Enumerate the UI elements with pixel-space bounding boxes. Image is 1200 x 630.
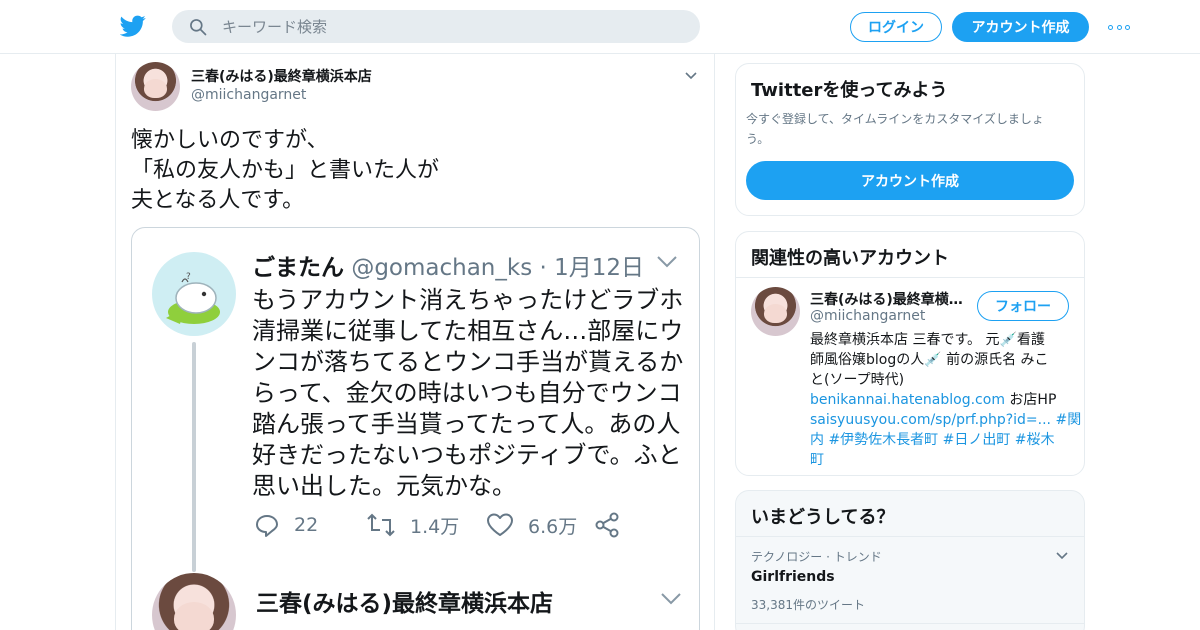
quoted-text-line: もうアカウント消えちゃったけどラブホ — [252, 286, 684, 314]
bio-line: 町 — [810, 450, 1072, 470]
divider — [736, 623, 1084, 624]
quoted-text-line: 踏ん張って手当貰ってたって人。あの人 — [252, 410, 681, 438]
chevron-down-icon[interactable] — [684, 69, 698, 83]
quoted-text-line: 清掃業に従事してた相互さん…部屋にウ — [252, 317, 684, 345]
quoted-text-line: 好きだったないつもポジティブで。ふと — [252, 441, 682, 469]
bio-line: saisyuusyou.com/sp/prf.php?id=... #関 — [810, 410, 1081, 430]
login-button[interactable]: ログイン — [850, 12, 942, 42]
quoted-text-line: ンコが落ちてるとウンコ手当が貰えるか — [252, 348, 684, 376]
retweet-action: 1.4万 — [366, 510, 459, 540]
tweet-text-line: 「私の友人かも」と書いた人が — [131, 158, 440, 183]
avatar[interactable] — [751, 287, 800, 336]
bio-text: お店HP — [1004, 392, 1057, 408]
related-account-handle[interactable]: @miichangarnet — [810, 308, 925, 324]
bio-line: 最終章横浜本店 三春です。 元💉看護 — [810, 332, 1045, 348]
related-account-name[interactable]: 三春(みはる)最終章横浜本店 — [810, 289, 975, 309]
bio-hashtag[interactable]: 内 — [810, 432, 824, 448]
tweet-text-line: 懐かしいのですが、 — [131, 128, 329, 153]
quoted-text-line: 思い出した。元気かな。 — [252, 472, 516, 500]
divider — [736, 277, 1084, 278]
like-count: 6.6万 — [528, 515, 578, 538]
signup-card-subtitle-line: う。 — [746, 132, 770, 146]
search-box[interactable] — [172, 10, 700, 43]
bio-hashtag[interactable]: #関 — [1051, 412, 1081, 428]
avatar[interactable] — [131, 62, 180, 111]
quoted-actions: 22 1.4万 6.6万 — [254, 510, 674, 540]
signup-button[interactable]: アカウント作成 — [952, 12, 1089, 42]
search-icon — [190, 19, 207, 36]
quoted-reply-author-name: 三春(みはる)最終章横浜本店 — [256, 591, 554, 617]
share-icon — [595, 512, 619, 538]
trends-title: いまどうしてる？ — [751, 507, 895, 528]
quoted-avatar: ? — [152, 252, 236, 336]
quoted-text-line: らって、金欠の時はいつも自分でウンコ — [252, 379, 682, 407]
bio-line: 内 #伊勢佐木長者町 #日ノ出町 #桜木 — [810, 430, 1072, 450]
chevron-down-icon[interactable] — [1055, 549, 1069, 563]
tweet-column: 三春(みはる)最終章横浜本店 @miichangarnet 懐かしいのですが、 … — [115, 54, 715, 630]
search-input[interactable] — [222, 14, 682, 39]
seal-character-icon: ? — [166, 272, 220, 324]
like-action: 6.6万 — [486, 510, 577, 540]
reply-action: 22 — [254, 510, 318, 540]
divider — [736, 536, 1084, 537]
signup-card-title: Twitterを使ってみよう — [751, 80, 948, 101]
quoted-reply-avatar — [152, 573, 236, 630]
bio-hashtags[interactable]: #伊勢佐木長者町 #日ノ出町 #桜木 — [824, 432, 1054, 448]
signup-card-subtitle: 今すぐ登録して、タイムラインをカスタマイズしましょ う。 — [746, 109, 1080, 149]
bio-hashtag[interactable]: 町 — [810, 452, 824, 468]
signup-card: Twitterを使ってみよう 今すぐ登録して、タイムラインをカスタマイズしましょ… — [735, 63, 1085, 216]
trend-category: テクノロジー · トレンド — [751, 550, 882, 564]
tweet-media-screenshot[interactable]: ? ごまたん @gomachan_ks · 1月12日 もうアカウント消えちゃっ… — [131, 227, 700, 630]
trend-topic[interactable]: Girlfriends — [751, 569, 835, 585]
tweet-author-name[interactable]: 三春(みはる)最終章横浜本店 — [191, 66, 372, 86]
chevron-down-icon — [657, 256, 677, 268]
trend-tweet-count: 33,381件のツイート — [751, 598, 865, 612]
related-accounts-card: 関連性の高いアカウント 三春(みはる)最終章横浜本店 @miichangarne… — [735, 231, 1085, 476]
tweet-text-line: 夫となる人です。 — [131, 188, 305, 213]
quoted-header: ごまたん @gomachan_ks · 1月12日 — [252, 248, 644, 282]
more-dots-icon[interactable] — [1108, 23, 1130, 31]
retweet-count: 1.4万 — [410, 515, 460, 538]
bio-line: 師風俗嬢blogの人💉 前の源氏名 みこ — [810, 352, 1049, 368]
top-nav-bar: ログイン アカウント作成 — [0, 0, 1200, 54]
related-account-bio: 最終章横浜本店 三春です。 元💉看護 師風俗嬢blogの人💉 前の源氏名 みこ … — [810, 330, 1081, 470]
bio-line: benikannai.hatenablog.com お店HP — [810, 390, 1072, 410]
quoted-author-name: ごまたん — [252, 255, 344, 281]
quoted-author-handle: @gomachan_ks · 1月12日 — [351, 255, 645, 281]
follow-button[interactable]: フォロー — [977, 291, 1069, 321]
bio-link[interactable]: saisyuusyou.com/sp/prf.php?id=... — [810, 412, 1051, 428]
trends-card: いまどうしてる？ テクノロジー · トレンド Girlfriends 33,38… — [735, 490, 1085, 630]
signup-card-subtitle-line: 今すぐ登録して、タイムラインをカスタマイズしましょ — [746, 112, 1044, 126]
bio-line: と(ソープ時代) — [810, 372, 905, 388]
thread-line — [192, 342, 196, 572]
svg-text:?: ? — [186, 272, 191, 282]
reply-icon — [256, 515, 278, 537]
reply-count: 22 — [294, 514, 319, 536]
tweet-author-handle[interactable]: @miichangarnet — [191, 87, 306, 103]
related-accounts-title: 関連性の高いアカウント — [751, 248, 949, 269]
quoted-text: もうアカウント消えちゃったけどラブホ 清掃業に従事してた相互さん…部屋にウ ンコ… — [252, 285, 692, 502]
twitter-bird-icon[interactable] — [120, 13, 146, 39]
tweet-text: 懐かしいのですが、 「私の友人かも」と書いた人が 夫となる人です。 — [131, 126, 691, 216]
signup-card-button[interactable]: アカウント作成 — [746, 161, 1074, 200]
bio-link[interactable]: benikannai.hatenablog.com — [810, 392, 1005, 408]
chevron-down-icon — [661, 593, 681, 605]
heart-icon — [487, 513, 513, 536]
retweet-icon — [367, 513, 395, 537]
